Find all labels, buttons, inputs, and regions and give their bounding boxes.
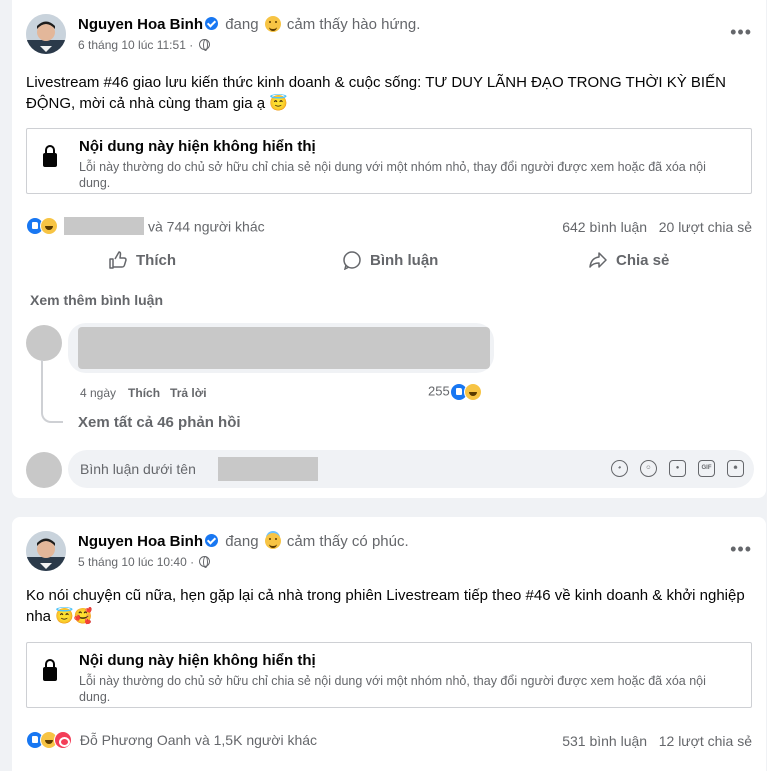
comment-reaction-count: 255 (428, 383, 450, 399)
post-card: Nguyen Hoa Binh đang cảm thấy có phúc. 5… (12, 517, 766, 771)
reaction-summary: và 744 người khác 642 bình luận 20 lượt … (26, 217, 752, 239)
grinning-face-icon (264, 16, 281, 32)
post-stats: 642 bình luận 20 lượt chia sẻ (562, 219, 752, 235)
thumbs-up-icon (109, 251, 127, 269)
see-more-comments[interactable]: Xem thêm bình luận (30, 292, 163, 308)
comment-bubble (68, 323, 494, 373)
comment-like-button[interactable]: Thích (128, 386, 160, 400)
comment-time[interactable]: 4 ngày (80, 386, 116, 400)
gif-icon[interactable]: GIF (698, 460, 715, 477)
share-label: Chia sẻ (616, 251, 670, 269)
feeling-prefix: đang (225, 533, 259, 550)
share-button[interactable]: Chia sẻ (588, 250, 669, 270)
verified-badge-icon (205, 534, 219, 547)
author-name[interactable]: Nguyen Hoa Binh (78, 16, 203, 33)
emoji-icon[interactable]: ☺ (640, 460, 657, 477)
share-arrow-icon (589, 252, 607, 268)
haha-reaction-icon (40, 217, 58, 236)
redacted-name (64, 217, 144, 236)
lock-icon (43, 659, 57, 681)
commenter-avatar[interactable] (26, 325, 62, 361)
unavailable-content-box: Nội dung này hiện không hiển thị Lỗi này… (26, 128, 752, 194)
globe-icon (199, 556, 211, 568)
like-button[interactable]: Thích (108, 250, 176, 270)
post-actions: Thích Bình luận Chia sẻ (26, 250, 752, 278)
reply-thread-line (41, 360, 63, 423)
share-count[interactable]: 20 lượt chia sẻ (659, 219, 752, 235)
post-date[interactable]: 5 tháng 10 lúc 10:40 · (78, 555, 211, 569)
comment-label: Bình luận (370, 251, 439, 269)
comment-reply-button[interactable]: Trả lời (170, 386, 207, 400)
reaction-people[interactable]: Đỗ Phương Oanh và 1,5K người khác (26, 731, 318, 750)
unavailable-content-box: Nội dung này hiện không hiển thị Lỗi này… (26, 642, 752, 708)
post-header: Nguyen Hoa Binh đang cảm thấy hào hứng. … (26, 14, 752, 54)
avatar-photo-icon (26, 531, 66, 571)
post-card: Nguyen Hoa Binh đang cảm thấy hào hứng. … (12, 0, 766, 498)
unavailable-description: Lỗi này thường do chủ sở hữu chỉ chia sẻ… (79, 160, 706, 190)
post-text: Ko nói chuyện cũ nữa, hẹn gặp lại cả nhà… (26, 587, 745, 625)
love-reaction-icon (54, 731, 72, 750)
current-user-avatar[interactable] (26, 452, 62, 488)
smiling-face-with-halo-icon (264, 533, 281, 549)
author-avatar[interactable] (26, 531, 66, 571)
globe-icon (198, 39, 210, 51)
post-date[interactable]: 6 tháng 10 lúc 11:51 · (78, 38, 210, 52)
more-options-icon[interactable]: ••• (730, 23, 752, 41)
unavailable-title: Nội dung này hiện không hiển thị (79, 138, 316, 155)
composer-tools: ◕ ☺ ● GIF ☻ (611, 460, 744, 477)
unavailable-title: Nội dung này hiện không hiển thị (79, 652, 316, 669)
feeling-text: cảm thấy hào hứng. (286, 16, 421, 33)
view-all-replies[interactable]: Xem tất cả 46 phản hồi (78, 414, 241, 431)
composer-placeholder: Bình luận dưới tên (80, 461, 196, 477)
share-count[interactable]: 12 lượt chia sẻ (659, 733, 752, 749)
verified-badge-icon (205, 17, 219, 30)
reaction-summary: Đỗ Phương Oanh và 1,5K người khác 531 bì… (26, 731, 752, 753)
post-date-text: 5 tháng 10 lúc 10:40 · (78, 555, 195, 569)
post-headline: Nguyen Hoa Binh đang cảm thấy hào hứng. (78, 16, 420, 33)
comment-count[interactable]: 531 bình luận (562, 733, 647, 749)
author-name[interactable]: Nguyen Hoa Binh (78, 533, 203, 550)
reaction-people[interactable]: và 744 người khác (26, 217, 265, 236)
post-date-text: 6 tháng 10 lúc 11:51 · (78, 38, 194, 52)
sticker-icon[interactable]: ☻ (727, 460, 744, 477)
comment-button[interactable]: Bình luận (342, 250, 438, 270)
post-header: Nguyen Hoa Binh đang cảm thấy có phúc. 5… (26, 531, 752, 571)
redacted-user-name (218, 457, 318, 481)
lock-icon (43, 145, 57, 167)
redacted-comment-text (78, 327, 490, 369)
post-headline: Nguyen Hoa Binh đang cảm thấy có phúc. (78, 533, 409, 550)
more-options-icon[interactable]: ••• (730, 540, 752, 558)
comment-reactions[interactable]: 255 (428, 383, 482, 401)
feeling-text: cảm thấy có phúc. (286, 533, 409, 550)
author-avatar[interactable] (26, 14, 66, 54)
post-text: Livestream #46 giao lưu kiến thức kinh d… (26, 74, 726, 112)
reaction-count-text: Đỗ Phương Oanh và 1,5K người khác (79, 732, 318, 749)
comment-bubble-icon (343, 251, 361, 270)
comment-count[interactable]: 642 bình luận (562, 219, 647, 235)
comment-composer[interactable]: Bình luận dưới tên ◕ ☺ ● GIF ☻ (68, 450, 754, 488)
camera-icon[interactable]: ● (669, 460, 686, 477)
haha-reaction-icon (463, 383, 482, 401)
comment-meta: 4 ngày Thích Trả lời (80, 386, 207, 400)
avatar-photo-icon (26, 14, 66, 54)
like-label: Thích (136, 251, 176, 269)
avatar-sticker-icon[interactable]: ◕ (611, 460, 628, 477)
post-stats: 531 bình luận 12 lượt chia sẻ (562, 733, 752, 749)
unavailable-description: Lỗi này thường do chủ sở hữu chỉ chia sẻ… (79, 674, 706, 704)
feeling-prefix: đang (225, 16, 259, 33)
reaction-count-text: và 744 người khác (148, 218, 265, 235)
